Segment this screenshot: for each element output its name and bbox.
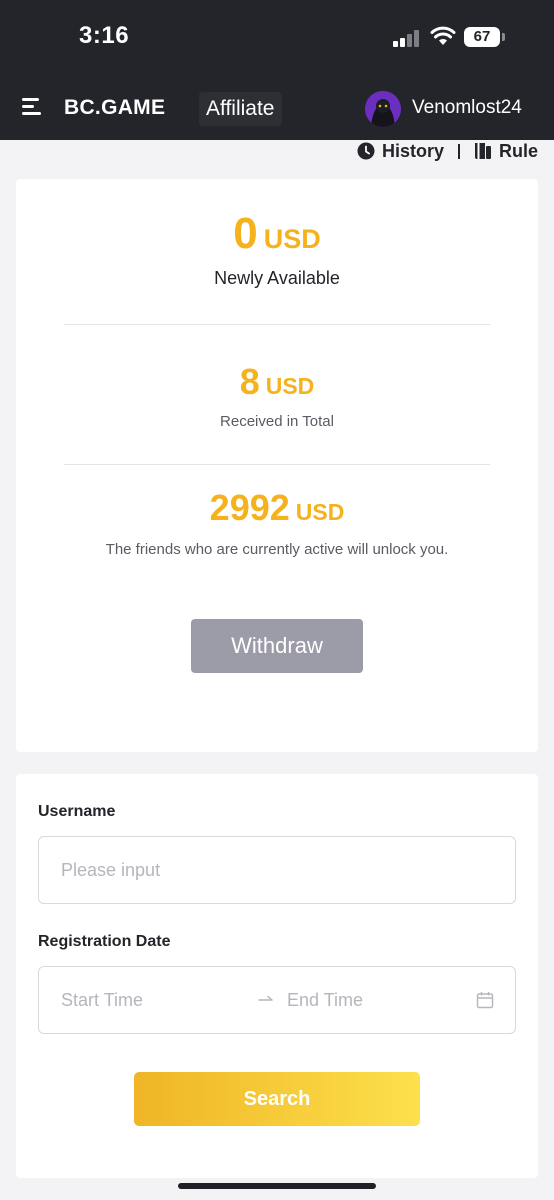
received-total-stat: 8 USD Received in Total [16, 361, 538, 430]
withdraw-button[interactable]: Withdraw [191, 619, 363, 673]
newly-available-label: Newly Available [214, 268, 340, 288]
username-input[interactable] [61, 837, 491, 903]
cellular-signal-icon [393, 29, 421, 47]
earnings-summary-card: 0 USD Newly Available 8 USD Received in To… [16, 179, 538, 752]
username-label[interactable]: Venomlost24 [412, 97, 522, 119]
status-time: 3:16 [79, 22, 130, 49]
rule-label: Rule [498, 140, 538, 161]
end-time-input[interactable]: End Time [287, 967, 363, 1033]
rule-book-icon [474, 143, 491, 159]
affiliate-tab[interactable]: Affiliate [199, 92, 282, 126]
brand-logo[interactable]: BC.GAME [64, 96, 165, 120]
username-field-label: Username [38, 803, 116, 820]
status-bar: 3:16 67 [0, 0, 554, 76]
registration-date-label: Registration Date [38, 933, 171, 950]
rule-link[interactable]: Rule [474, 141, 538, 162]
link-divider [457, 143, 460, 159]
avatar-image [365, 91, 401, 127]
top-links: History Rule [357, 140, 538, 162]
avatar[interactable] [365, 91, 401, 127]
received-total-amount: 8 USD [239, 361, 315, 402]
locked-amount-stat: 2992 USD The friends who are currently ac… [16, 487, 538, 558]
arrow-right-icon [258, 995, 273, 1001]
history-label: History [381, 140, 444, 161]
registration-date-range-picker[interactable]: Start Time End Time [38, 966, 516, 1034]
divider [64, 324, 490, 325]
locked-amount-note: The friends who are currently active wil… [105, 541, 449, 558]
divider [64, 464, 490, 465]
username-field[interactable] [38, 836, 516, 904]
history-link[interactable]: History [357, 141, 444, 162]
home-indicator [178, 1183, 376, 1189]
received-total-label: Received in Total [220, 413, 334, 430]
search-button[interactable]: Search [134, 1072, 420, 1126]
top-navbar: BC.GAME Affiliate Venomlost24 [0, 76, 554, 140]
newly-available-stat: 0 USD Newly Available [16, 209, 538, 289]
wifi-icon [430, 26, 456, 45]
start-time-input[interactable]: Start Time [61, 967, 143, 1033]
referral-filter-card: Username Registration Date Start Time En… [16, 774, 538, 1178]
menu-icon[interactable] [22, 98, 41, 116]
newly-available-amount: 0 USD [233, 209, 321, 258]
clock-icon [357, 142, 375, 160]
calendar-icon[interactable] [476, 991, 494, 1009]
battery-icon: 67 [464, 27, 505, 47]
locked-amount: 2992 USD [209, 487, 345, 528]
